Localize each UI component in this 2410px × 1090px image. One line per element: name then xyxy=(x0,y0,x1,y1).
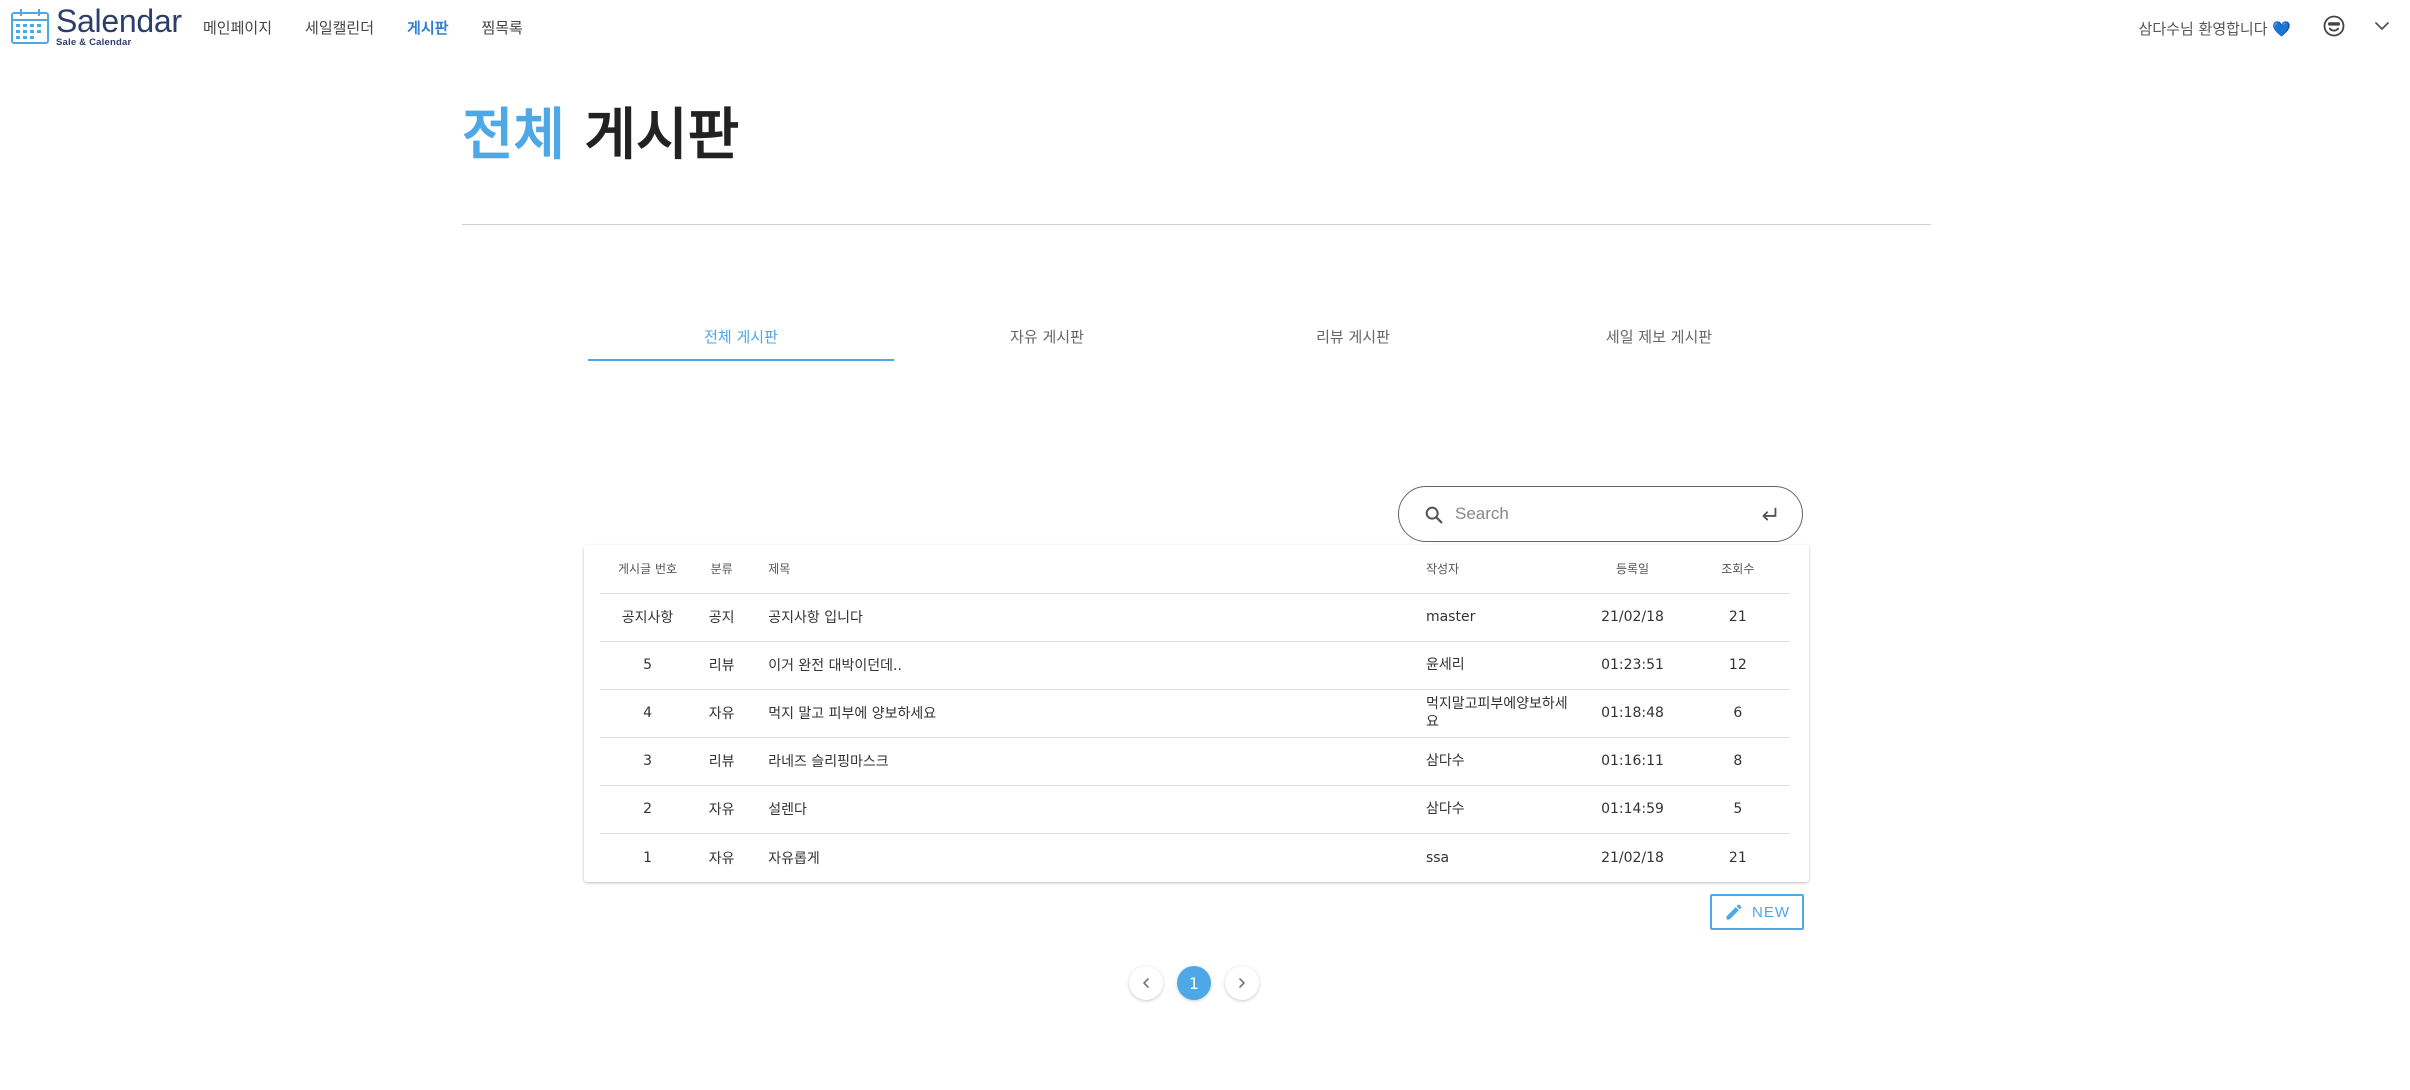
title-divider xyxy=(462,224,1931,225)
nav-links: 메인페이지 세일캘린더 게시판 찜목록 xyxy=(203,18,556,38)
blue-heart-icon: 💙 xyxy=(2272,20,2291,38)
cell-views: 12 xyxy=(1685,641,1790,690)
cell-category: 자유 xyxy=(695,785,749,834)
cell-views: 8 xyxy=(1685,737,1790,786)
welcome-text: 삼다수님 환영합니다 xyxy=(2138,20,2268,38)
cell-title[interactable]: 자유롭게 xyxy=(748,833,1424,883)
cell-title[interactable]: 라네즈 슬리핑마스크 xyxy=(748,737,1424,786)
cell-views: 6 xyxy=(1685,689,1790,738)
page-title: 전체 게시판 xyxy=(462,103,739,169)
welcome-message: 삼다수님 환영합니다 💙 xyxy=(2139,18,2291,39)
cell-views: 5 xyxy=(1685,785,1790,834)
cell-number: 2 xyxy=(600,785,696,834)
tab-free-board[interactable]: 자유 게시판 xyxy=(894,318,1200,362)
cell-number: 공지사항 xyxy=(600,593,696,642)
table-row[interactable]: 3 리뷰 라네즈 슬리핑마스크 삼다수 01:16:11 8 xyxy=(600,737,1790,786)
table-row[interactable]: 5 리뷰 이거 완전 대박이던데.. 윤세리 01:23:51 12 xyxy=(600,641,1790,690)
logo-title: Salendar xyxy=(56,3,182,39)
chevron-down-icon[interactable] xyxy=(2372,16,2392,36)
logo[interactable]: Salendar Sale & Calendar xyxy=(10,3,182,48)
column-header-category: 분류 xyxy=(695,545,749,594)
table-row[interactable]: 2 자유 설렌다 삼다수 01:14:59 5 xyxy=(600,785,1790,834)
cell-category: 리뷰 xyxy=(695,737,749,786)
search-box xyxy=(1398,486,1803,542)
column-header-number: 게시글 번호 xyxy=(600,545,696,594)
cell-views: 21 xyxy=(1685,593,1790,642)
cell-writer: 윤세리 xyxy=(1423,641,1580,690)
cell-date: 01:16:11 xyxy=(1579,737,1686,786)
column-header-writer: 작성자 xyxy=(1423,545,1580,594)
tab-review-board[interactable]: 리뷰 게시판 xyxy=(1200,318,1506,362)
cell-category: 자유 xyxy=(708,851,735,868)
nav-link-main[interactable]: 메인페이지 xyxy=(203,18,272,38)
smiley-face-icon[interactable] xyxy=(2322,14,2346,38)
chevron-left-icon xyxy=(1143,978,1149,988)
cell-number: 1 xyxy=(643,850,652,867)
search-icon xyxy=(1425,506,1443,524)
cell-number: 5 xyxy=(600,641,696,690)
cell-writer: 삼다수 xyxy=(1423,785,1580,834)
column-header-title: 제목 xyxy=(748,545,1424,594)
table-row[interactable]: 1 자유 자유롭게 ssa 21/02/18 21 xyxy=(600,833,1790,883)
cell-title[interactable]: 이거 완전 대박이던데.. xyxy=(748,641,1424,690)
board-tabs: 전체 게시판 자유 게시판 리뷰 게시판 세일 제보 게시판 xyxy=(588,318,1812,362)
page-button-current[interactable]: 1 xyxy=(1177,966,1211,1000)
tab-sale-report-board[interactable]: 세일 제보 게시판 xyxy=(1506,318,1812,362)
cell-category: 리뷰 xyxy=(695,641,749,690)
cell-category: 자유 xyxy=(695,689,749,738)
chevron-right-icon xyxy=(1239,978,1245,988)
cell-writer: 삼다수 xyxy=(1423,737,1580,786)
cell-number: 4 xyxy=(600,689,696,738)
top-navbar: Salendar Sale & Calendar 메인페이지 세일캘린더 게시판… xyxy=(0,0,2410,52)
pencil-icon xyxy=(1726,904,1742,920)
tab-all-board[interactable]: 전체 게시판 xyxy=(588,318,894,362)
enter-icon[interactable] xyxy=(1758,504,1780,526)
nav-link-sale-calendar[interactable]: 세일캘린더 xyxy=(305,18,374,38)
table-row[interactable]: 4 자유 먹지 말고 피부에 양보하세요 먹지말고피부에양보하세요 01:18:… xyxy=(600,689,1790,738)
column-header-views: 조회수 xyxy=(1685,545,1790,594)
page-title-rest: 게시판 xyxy=(565,103,740,168)
logo-subtitle: Sale & Calendar xyxy=(56,37,132,48)
posts-table: 게시글 번호 분류 제목 작성자 등록일 조회수 공지사항 공지 공지사항 입니… xyxy=(600,545,1790,883)
nav-link-wishlist[interactable]: 찜목록 xyxy=(481,18,522,38)
search-input[interactable] xyxy=(1455,497,1745,531)
table-row[interactable]: 공지사항 공지 공지사항 입니다 master 21/02/18 21 xyxy=(600,593,1790,642)
cell-views: 21 xyxy=(1728,850,1747,867)
page-title-accent: 전체 xyxy=(462,103,566,168)
new-post-button[interactable]: NEW xyxy=(1710,894,1804,930)
next-page-button[interactable] xyxy=(1225,966,1259,1000)
cell-date: 01:23:51 xyxy=(1579,641,1686,690)
new-post-label: NEW xyxy=(1752,903,1790,921)
cell-title[interactable]: 공지사항 입니다 xyxy=(748,593,1424,642)
cell-writer: 먹지말고피부에양보하세요 xyxy=(1423,689,1580,738)
cell-title[interactable]: 먹지 말고 피부에 양보하세요 xyxy=(748,689,1424,738)
table-header-row: 게시글 번호 분류 제목 작성자 등록일 조회수 xyxy=(600,545,1790,594)
cell-date: 21/02/18 xyxy=(1601,850,1664,867)
cell-number: 3 xyxy=(600,737,696,786)
cell-writer: ssa xyxy=(1425,850,1450,867)
previous-page-button[interactable] xyxy=(1129,966,1163,1000)
nav-link-board[interactable]: 게시판 xyxy=(407,18,448,38)
calendar-logo-icon xyxy=(11,9,49,44)
cell-writer: master xyxy=(1423,593,1580,642)
cell-date: 21/02/18 xyxy=(1579,593,1686,642)
column-header-date: 등록일 xyxy=(1579,545,1686,594)
cell-date: 01:14:59 xyxy=(1579,785,1686,834)
cell-title[interactable]: 설렌다 xyxy=(748,785,1424,834)
cell-category: 공지 xyxy=(695,593,749,642)
cell-date: 01:18:48 xyxy=(1579,689,1686,738)
posts-table-card: 게시글 번호 분류 제목 작성자 등록일 조회수 공지사항 공지 공지사항 입니… xyxy=(584,545,1809,882)
